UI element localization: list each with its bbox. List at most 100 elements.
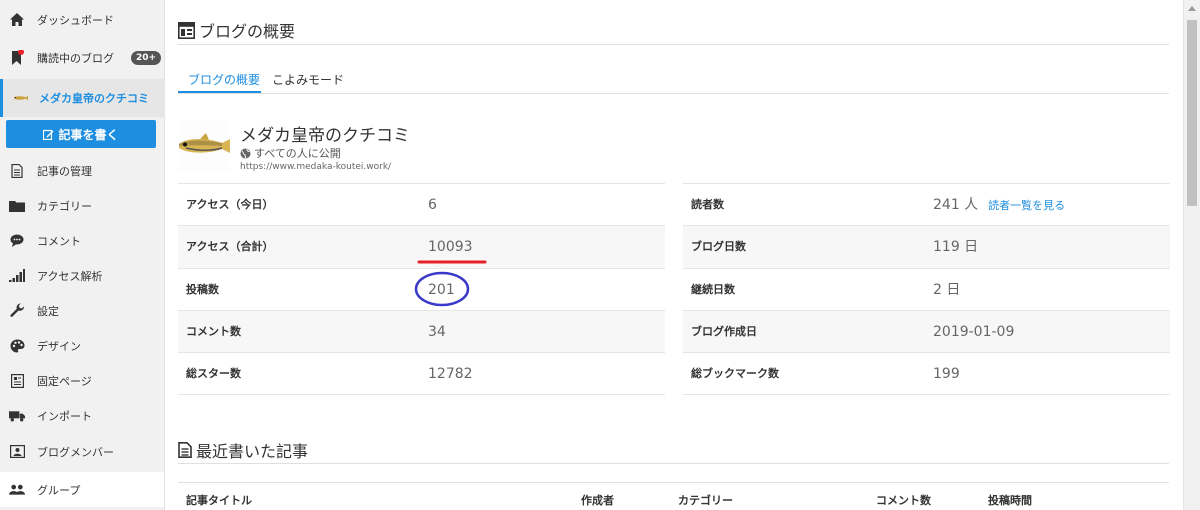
overview-title-text: ブログの概要 — [199, 22, 296, 41]
page-icon — [9, 373, 25, 389]
sidebar-item-groups[interactable]: グループ — [0, 472, 164, 507]
truck-icon — [9, 408, 25, 424]
blog-thumbnail[interactable] — [178, 121, 230, 173]
stats-label: アクセス（合計） — [186, 240, 274, 254]
stats-value: 199 — [933, 366, 960, 383]
subscribed-count-badge: 20+ — [131, 51, 162, 65]
sidebar-item-categories[interactable]: カテゴリー — [0, 188, 165, 223]
blog-url[interactable]: https://www.medaka-koutei.work/ — [240, 162, 391, 172]
stats-label: アクセス（今日） — [186, 198, 274, 211]
stats-row: アクセス（合計） 10093 — [178, 226, 665, 269]
wrench-icon — [9, 303, 25, 319]
sidebar-item-label: メダカ皇帝のクチコミ — [39, 92, 149, 105]
sidebar-item-label: 設定 — [37, 304, 59, 318]
sidebar-item-settings[interactable]: 設定 — [0, 293, 165, 328]
sidebar-item-label: インポート — [37, 409, 92, 423]
home-icon — [9, 12, 25, 28]
sidebar-item-label: グループ — [37, 483, 81, 497]
stats-row: 投稿数 201 — [178, 269, 665, 311]
stats-value: 10093 — [428, 239, 473, 256]
stats-row: 継続日数 2 日 — [683, 269, 1170, 311]
sidebar: ダッシュボード 購読中のブログ 20+ メダカ皇帝のクチコミ 記事を書く 記事の… — [0, 0, 165, 510]
sidebar-item-label: アクセス解析 — [37, 269, 103, 283]
sidebar-item-label: カテゴリー — [37, 199, 92, 213]
group-icon — [9, 482, 25, 498]
stats-label: ブログ日数 — [691, 240, 746, 254]
stats-value: 241 人読者一覧を見る — [933, 184, 1065, 227]
sidebar-item-dashboard[interactable]: ダッシュボード — [0, 2, 165, 37]
visibility-text: すべての人に公開 — [254, 147, 341, 160]
recent-posts-table-header: 記事タイトル 作成者 カテゴリー コメント数 投稿時間 — [178, 482, 1169, 510]
blog-name[interactable]: メダカ皇帝のクチコミ — [240, 121, 410, 146]
sidebar-item-import[interactable]: インポート — [0, 398, 165, 433]
recent-posts-title: 最近書いた記事 — [178, 438, 308, 462]
readers-count: 241 人 — [933, 197, 979, 213]
stats-label: ブログ作成日 — [691, 324, 757, 338]
sidebar-item-blog-members[interactable]: ブログメンバー — [0, 434, 165, 469]
stats-row: 総スター数 12782 — [178, 353, 665, 396]
column-header-category[interactable]: カテゴリー — [678, 492, 733, 508]
scrollbar-thumb[interactable] — [1187, 20, 1197, 206]
sidebar-item-posts[interactable]: 記事の管理 — [0, 153, 165, 188]
sidebar-item-comments[interactable]: コメント — [0, 223, 165, 258]
stats-value: 201 — [428, 281, 455, 298]
edit-icon — [43, 129, 54, 140]
stats-row: コメント数 34 — [178, 310, 665, 354]
stats-label: コメント数 — [186, 324, 241, 338]
document-icon — [178, 442, 192, 458]
column-header-author[interactable]: 作成者 — [581, 492, 614, 508]
stats-label: 総ブックマーク数 — [691, 367, 779, 381]
globe-icon — [240, 148, 251, 158]
stats-row: 総ブックマーク数 199 — [683, 353, 1170, 396]
stats-value: 2019-01-09 — [933, 323, 1015, 340]
tab-divider — [178, 93, 1169, 94]
blog-visibility: すべての人に公開 — [240, 145, 341, 161]
recent-posts-title-text: 最近書いた記事 — [196, 442, 309, 461]
overview-title: ブログの概要 — [178, 18, 295, 42]
sidebar-item-label: コメント — [37, 234, 81, 248]
sidebar-item-subscribed-blogs[interactable]: 購読中のブログ 20+ — [0, 40, 165, 75]
sidebar-item-label: 購読中のブログ — [37, 51, 114, 65]
column-header-posted-time[interactable]: 投稿時間 — [988, 492, 1032, 508]
tab-label: こよみモード — [272, 73, 345, 87]
stats-value: 34 — [428, 323, 446, 340]
palette-icon — [9, 338, 25, 354]
page-scrollbar[interactable] — [1183, 0, 1200, 510]
sidebar-item-analytics[interactable]: アクセス解析 — [0, 258, 165, 293]
divider — [178, 463, 1169, 464]
column-header-comments[interactable]: コメント数 — [876, 492, 931, 508]
stats-row: ブログ作成日 2019-01-09 — [683, 310, 1170, 354]
divider — [178, 44, 1169, 45]
stats-value: 6 — [428, 197, 437, 213]
stats-label: 継続日数 — [691, 282, 735, 296]
write-post-label: 記事を書く — [58, 127, 119, 142]
readers-list-link[interactable]: 読者一覧を見る — [988, 199, 1065, 212]
sidebar-item-static-pages[interactable]: 固定ページ — [0, 363, 165, 398]
comment-icon — [9, 233, 25, 249]
write-post-button[interactable]: 記事を書く — [6, 120, 156, 148]
stats-value: 119 日 — [933, 239, 979, 256]
stats-value: 12782 — [428, 366, 473, 383]
stats-row: ブログ日数 119 日 — [683, 226, 1170, 269]
sidebar-item-current-blog[interactable]: メダカ皇帝のクチコミ — [0, 79, 165, 117]
stats-table-right: 読者数 241 人読者一覧を見る ブログ日数 119 日 継続日数 2 日 ブロ… — [683, 183, 1170, 396]
stats-label: 総スター数 — [186, 367, 241, 381]
column-header-title[interactable]: 記事タイトル — [186, 492, 252, 508]
sidebar-item-label: デザイン — [37, 339, 81, 353]
sidebar-item-design[interactable]: デザイン — [0, 328, 165, 363]
sidebar-item-label: ダッシュボード — [37, 13, 114, 27]
bookmark-icon — [9, 49, 25, 66]
stats-table-left: アクセス（今日） 6 アクセス（合計） 10093 投稿数 201 コメント数 … — [178, 183, 665, 396]
tab-calendar-mode[interactable]: こよみモード — [272, 71, 344, 88]
sidebar-item-label: 固定ページ — [37, 374, 92, 388]
tab-blog-overview[interactable]: ブログの概要 — [188, 71, 260, 88]
stats-row: アクセス（今日） 6 — [178, 184, 665, 227]
scroll-up-arrow-icon[interactable] — [1188, 6, 1196, 11]
fish-image-icon — [178, 121, 230, 173]
stats-row: 読者数 241 人読者一覧を見る — [683, 184, 1170, 227]
signal-bars-icon — [9, 268, 25, 284]
dashboard-layout-icon — [178, 21, 195, 39]
stats-label: 投稿数 — [186, 282, 219, 296]
tab-label: ブログの概要 — [188, 73, 261, 87]
stats-label: 読者数 — [691, 198, 724, 211]
